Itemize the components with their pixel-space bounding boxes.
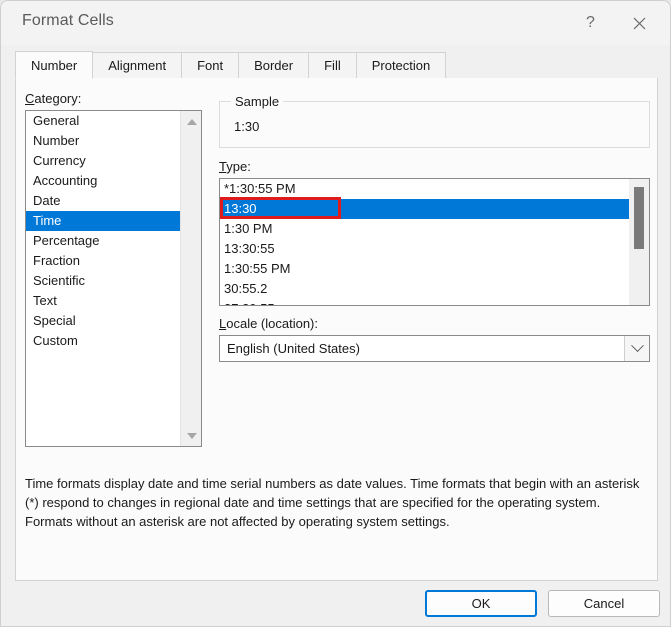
category-item-accounting[interactable]: Accounting [26,171,180,191]
chevron-down-glyph [630,339,644,353]
type-item-0[interactable]: *1:30:55 PM [220,179,629,199]
scroll-up-glyph [186,118,197,125]
title-bar: Format Cells ? [1,1,670,45]
type-items: *1:30:55 PM 13:30 1:30 PM 13:30:55 1:30:… [220,179,629,305]
window-title: Format Cells [22,12,114,29]
scroll-up-icon[interactable] [181,112,201,131]
chevron-down-icon[interactable] [624,336,649,361]
category-item-percentage[interactable]: Percentage [26,231,180,251]
format-cells-dialog: Format Cells ? Number Alignment Font Bor… [0,0,671,627]
type-scrollbar-thumb[interactable] [634,187,644,249]
category-item-special[interactable]: Special [26,311,180,331]
number-tab-panel: Category: General Number Currency Accoun… [15,78,658,581]
category-items: General Number Currency Accounting Date … [26,111,180,351]
type-item-3[interactable]: 13:30:55 [220,239,629,259]
category-item-date[interactable]: Date [26,191,180,211]
tab-strip: Number Alignment Font Border Fill Protec… [15,51,656,79]
category-label-rest: ategory: [34,91,82,106]
locale-label-rest: ocale (location): [226,316,319,331]
category-label: Category: [25,91,81,106]
scroll-down-glyph [186,432,197,439]
category-label-accel: C [25,91,35,106]
category-scrollbar[interactable] [180,111,201,446]
help-icon[interactable]: ? [568,1,613,45]
sample-legend: Sample [231,94,284,109]
description-text: Time formats display date and time seria… [25,476,640,529]
tab-fill[interactable]: Fill [308,52,357,78]
category-item-fraction[interactable]: Fraction [26,251,180,271]
tab-alignment[interactable]: Alignment [92,52,183,78]
close-icon[interactable] [617,1,662,45]
locale-combobox[interactable]: English (United States) [219,335,650,362]
type-listbox[interactable]: *1:30:55 PM 13:30 1:30 PM 13:30:55 1:30:… [219,178,650,306]
category-item-currency[interactable]: Currency [26,151,180,171]
close-glyph [633,17,646,29]
type-item-2[interactable]: 1:30 PM [220,219,629,239]
locale-value: English (United States) [227,341,360,356]
type-item-6[interactable]: 37:30:55 [220,299,629,305]
type-item-1[interactable]: 13:30 [220,199,629,219]
type-item-5[interactable]: 30:55.2 [220,279,629,299]
tab-number[interactable]: Number [15,51,94,79]
category-listbox[interactable]: General Number Currency Accounting Date … [25,110,202,447]
category-item-text[interactable]: Text [26,291,180,311]
tab-font[interactable]: Font [181,52,240,78]
cancel-button[interactable]: Cancel [548,590,660,617]
type-item-4[interactable]: 1:30:55 PM [220,259,629,279]
type-label: Type: [219,159,251,174]
tab-protection[interactable]: Protection [355,52,447,78]
sample-value: 1:30 [234,119,260,134]
category-item-number[interactable]: Number [26,131,180,151]
help-glyph: ? [586,14,595,31]
type-label-rest: ype: [226,159,251,174]
category-item-scientific[interactable]: Scientific [26,271,180,291]
type-scrollbar[interactable] [629,179,649,305]
category-item-general[interactable]: General [26,111,180,131]
ok-button[interactable]: OK [425,590,537,617]
locale-label: Locale (location): [219,316,318,331]
category-item-custom[interactable]: Custom [26,331,180,351]
category-item-time[interactable]: Time [26,211,180,231]
tab-border[interactable]: Border [238,52,310,78]
scroll-down-icon[interactable] [181,426,201,445]
sample-groupbox: Sample 1:30 [219,94,650,148]
